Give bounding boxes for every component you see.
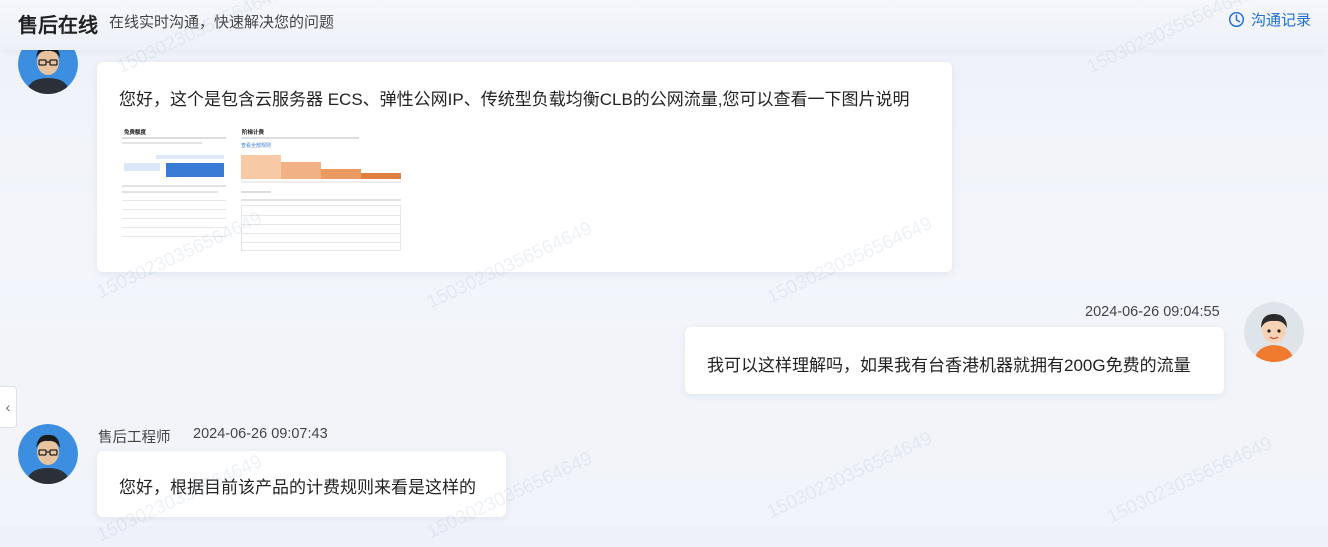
message-timestamp: 2024-06-26 09:04:55 xyxy=(1085,304,1220,320)
watermark: 15030230356564649 xyxy=(1103,433,1276,529)
chat-header: 售后在线 在线实时沟通，快速解决您的问题 沟通记录 xyxy=(0,0,1328,50)
image-right-title: 阶梯计费 xyxy=(242,130,265,136)
user-avatar xyxy=(1244,302,1304,362)
watermark: 15030230356564649 xyxy=(763,428,936,524)
message-bubble: 您好，这个是包含云服务器 ECS、弹性公网IP、传统型负载均衡CLB的公网流量,… xyxy=(97,62,952,272)
message-text: 我可以这样理解吗，如果我有台香港机器就拥有200G免费的流量 xyxy=(707,356,1191,375)
agent-avatar xyxy=(18,424,78,484)
image-right-link: 查看全部规则 xyxy=(241,143,272,149)
history-label: 沟通记录 xyxy=(1250,12,1311,29)
sender-name: 售后工程师 xyxy=(98,430,171,446)
history-button[interactable]: 沟通记录 xyxy=(1228,9,1311,30)
image-left-title: 免费额度 xyxy=(124,130,147,136)
page-subtitle: 在线实时沟通，快速解决您的问题 xyxy=(109,14,335,31)
collapse-toggle[interactable]: ‹ xyxy=(0,386,17,428)
message-bubble: 我可以这样理解吗，如果我有台香港机器就拥有200G免费的流量 xyxy=(685,327,1224,394)
message-image[interactable]: 免费额度 阶梯计费 查看全部规则 xyxy=(118,125,402,253)
message-text: 您好，这个是包含云服务器 ECS、弹性公网IP、传统型负载均衡CLB的公网流量,… xyxy=(119,90,910,109)
message-timestamp: 2024-06-26 09:07:43 xyxy=(193,426,328,442)
message-text: 您好，根据目前该产品的计费规则来看是这样的 xyxy=(119,478,476,497)
message-bubble: 您好，根据目前该产品的计费规则来看是这样的 xyxy=(97,451,506,517)
clock-icon xyxy=(1228,11,1245,28)
chevron-left-icon: ‹ xyxy=(5,399,11,415)
page-title: 售后在线 xyxy=(18,15,98,37)
